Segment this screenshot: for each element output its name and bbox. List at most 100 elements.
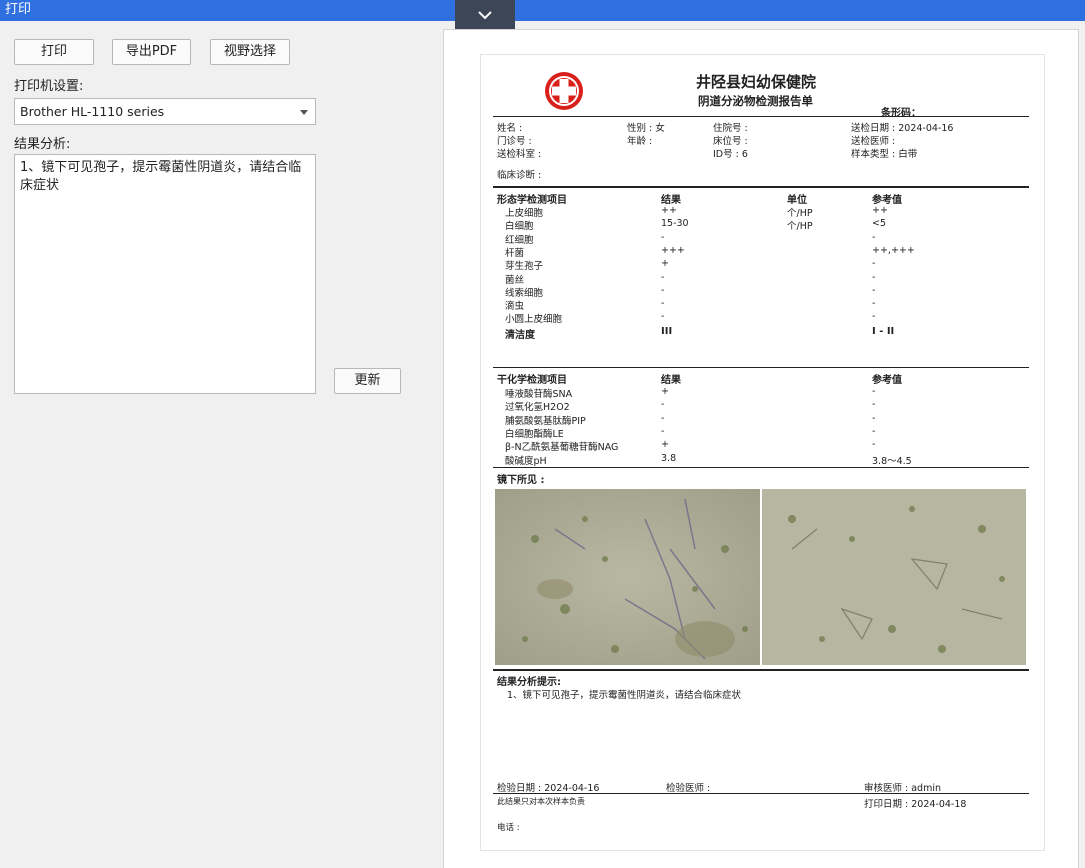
morph-cell: ++ (661, 205, 677, 216)
outpatient-no: 门诊号 : (497, 136, 532, 147)
divider (493, 186, 1029, 188)
biochem-cell: - (872, 386, 876, 397)
morph-cell: 芽生孢子 (505, 261, 544, 273)
id-no: ID号 : 6 (713, 149, 748, 160)
biochem-cell: β-N乙酰氨基葡糖苷酶NAG (505, 442, 619, 454)
biochem-cell: - (661, 412, 665, 424)
morph-cell: - (872, 298, 876, 310)
report-page: 井陉县妇幼保健院 阴道分泌物检测报告单 条形码： 姓名 : 性别 : 女 住院号… (480, 54, 1045, 851)
biochem-cell: - (661, 399, 665, 411)
morph-cell: 白细胞 (505, 221, 534, 233)
morph-cell: ++ (872, 205, 888, 216)
morph-cell: 线索细胞 (505, 287, 544, 299)
divider (493, 467, 1029, 468)
hospital-name: 井陉县妇幼保健院 (696, 73, 817, 91)
test-date: 检验日期 : 2024-04-16 (497, 783, 600, 794)
morph-cell: - (661, 298, 665, 310)
title-bar: 打印 (0, 0, 1085, 21)
biochem-header: 参考值 (872, 375, 902, 386)
morph-cell: 杆菌 (505, 247, 525, 259)
morph-cell: 个/HP (787, 221, 813, 233)
morph-header: 形态学检测项目 (497, 195, 567, 206)
print-date: 打印日期 : 2024-04-18 (864, 799, 967, 810)
divider (493, 367, 1029, 368)
hospital-logo (545, 72, 583, 110)
morph-cell: + (661, 258, 669, 270)
morph-cell: +++ (661, 244, 685, 256)
biochem-cell: 过氧化氢H2O2 (505, 402, 570, 414)
update-button[interactable]: 更新 (334, 368, 401, 394)
microscope-label: 镜下所见 : (497, 475, 545, 486)
printer-settings-label: 打印机设置: (14, 79, 84, 94)
analysis-hint-title: 结果分析提示: (497, 677, 561, 688)
department: 送检科室 : (497, 149, 542, 160)
bed-no: 床位号 : (713, 136, 748, 147)
biochem-cell: 唾液酸苷酶SNA (505, 389, 573, 400)
microscope-image-right (762, 489, 1026, 665)
biochem-header: 干化学检测项目 (497, 375, 567, 386)
morph-cell: - (661, 311, 665, 323)
divider (493, 669, 1029, 671)
biochem-cell: 3.8 (661, 452, 677, 464)
morph-cell: <5 (872, 218, 887, 230)
morph-cell: - (872, 284, 876, 296)
phone: 电话 : (497, 823, 520, 833)
morph-cell: - (661, 231, 665, 243)
reviewer: 审核医师 : admin (864, 783, 942, 794)
morph-cell: - (661, 271, 665, 283)
cleanliness-label: 清洁度 (505, 330, 535, 341)
patient-name: 姓名 : (497, 123, 523, 134)
patient-gender: 性别 : 女 (627, 123, 665, 134)
patient-age: 年龄 : (627, 136, 653, 147)
printer-select-value: Brother HL-1110 series (20, 104, 165, 119)
window-title: 打印 (5, 2, 32, 17)
biochem-cell: 脯氨酸氨基肽酶PIP (505, 415, 586, 427)
cleanliness-ref: I - II (872, 326, 895, 337)
morph-cell: - (872, 271, 876, 283)
biochem-cell: - (872, 425, 876, 437)
printer-select[interactable]: Brother HL-1110 series (14, 98, 316, 125)
print-preview[interactable]: 井陉县妇幼保健院 阴道分泌物检测报告单 条形码： 姓名 : 性别 : 女 住院号… (443, 29, 1079, 868)
print-button[interactable]: 打印 (14, 39, 94, 65)
test-doctor: 检验医师 : (666, 783, 711, 794)
morph-cell: ++,+++ (872, 244, 915, 256)
disclaimer: 此结果只对本次样本负责 (497, 797, 585, 806)
biochem-cell: 酸碱度pH (505, 455, 547, 467)
biochem-cell: 白细胞酯酶LE (505, 428, 564, 440)
submit-doctor: 送检医师 : (851, 136, 896, 147)
analysis-label: 结果分析: (14, 137, 71, 152)
morph-cell: - (661, 284, 665, 296)
morph-cell: - (872, 311, 876, 323)
biochem-header: 结果 (661, 375, 681, 386)
inpatient-no: 住院号 : (713, 123, 748, 134)
morph-cell: 小圆上皮细胞 (505, 314, 563, 326)
morph-cell: - (872, 258, 876, 270)
clinical-diagnosis: 临床诊断 : (497, 170, 542, 181)
analysis-textarea[interactable]: 1、镜下可见孢子，提示霉菌性阴道炎，请结合临床症状 (14, 154, 316, 394)
biochem-cell: - (872, 412, 876, 424)
export-pdf-button[interactable]: 导出PDF (112, 39, 191, 65)
morph-cell: 上皮细胞 (505, 208, 544, 219)
biochem-cell: - (661, 425, 665, 437)
morph-header: 参考值 (872, 195, 902, 206)
biochem-cell: - (872, 399, 876, 411)
sample-type: 样本类型 : 白带 (851, 149, 918, 160)
morph-header: 结果 (661, 195, 681, 206)
biochem-cell: + (661, 439, 669, 451)
morph-cell: 15-30 (661, 218, 689, 230)
morph-cell: 滴虫 (505, 301, 525, 313)
morph-cell: 个/HP (787, 208, 813, 219)
morph-cell: 红细胞 (505, 234, 534, 246)
biochem-cell: - (872, 439, 876, 451)
morph-header: 单位 (787, 195, 807, 206)
cleanliness-result: III (661, 326, 673, 337)
biochem-cell: + (661, 386, 669, 397)
morph-cell: - (872, 231, 876, 243)
divider (493, 793, 1029, 794)
settings-panel: 打印 导出PDF 视野选择 打印机设置: Brother HL-1110 ser… (0, 21, 440, 868)
submit-date: 送检日期 : 2024-04-16 (851, 123, 954, 134)
dropdown-arrow-icon (300, 110, 308, 115)
chevron-down-icon (478, 10, 492, 19)
view-select-button[interactable]: 视野选择 (210, 39, 290, 65)
collapse-toggle[interactable] (455, 0, 515, 29)
